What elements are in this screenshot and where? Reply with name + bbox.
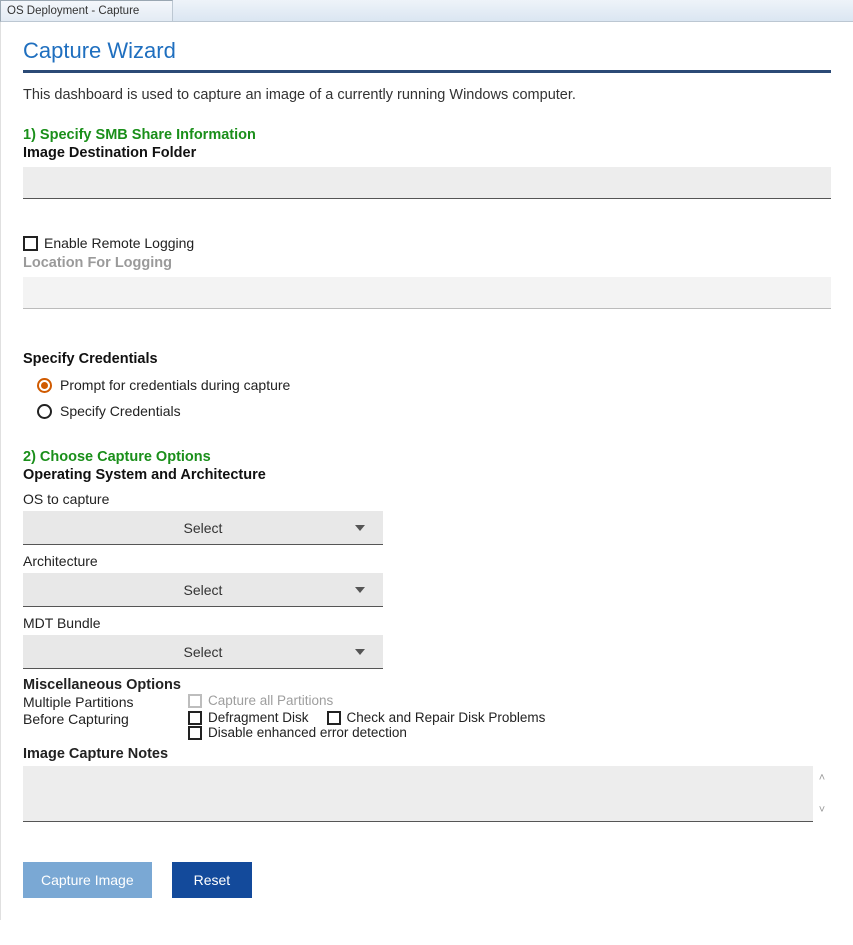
window-title-text: OS Deployment - Capture [7,5,139,17]
radio-specify[interactable] [37,404,52,419]
multiple-partitions-row: Multiple Partitions Capture all Partitio… [23,693,831,710]
radio-prompt[interactable] [37,378,52,393]
button-row: Capture Image Reset [23,862,831,898]
section2-heading: 2) Choose Capture Options [23,449,831,465]
enable-remote-logging-label: Enable Remote Logging [44,235,194,251]
capture-all-partitions-option: Capture all Partitions [188,693,333,708]
defragment-label: Defragment Disk [208,710,309,725]
arch-select[interactable]: Select [23,573,383,607]
multiple-partitions-label: Multiple Partitions [23,693,188,710]
radio-specify-label: Specify Credentials [60,403,181,419]
defragment-checkbox[interactable] [188,711,202,725]
logging-location-input [23,277,831,309]
defragment-option[interactable]: Defragment Disk [188,710,309,725]
radio-specify-row[interactable]: Specify Credentials [37,403,831,419]
enable-remote-logging-row[interactable]: Enable Remote Logging [23,235,831,251]
radio-prompt-row[interactable]: Prompt for credentials during capture [37,377,831,393]
section1-heading: 1) Specify SMB Share Information [23,127,831,143]
os-select[interactable]: Select [23,511,383,545]
chkdsk-option[interactable]: Check and Repair Disk Problems [327,710,546,725]
chevron-down-icon [355,525,365,531]
capture-image-button[interactable]: Capture Image [23,862,152,898]
disable-error-option[interactable]: Disable enhanced error detection [188,725,545,740]
reset-button[interactable]: Reset [172,862,253,898]
image-destination-input[interactable] [23,167,831,199]
arch-select-value: Select [184,582,223,598]
notes-scrollbar[interactable]: ˄ ˅ [813,766,831,822]
os-label: OS to capture [23,491,831,507]
image-destination-label: Image Destination Folder [23,145,831,161]
before-capturing-row: Before Capturing Defragment Disk Check a… [23,710,831,740]
wizard-content: Capture Wizard This dashboard is used to… [0,22,853,920]
title-divider [23,70,831,73]
misc-heading: Miscellaneous Options [23,677,831,693]
notes-textarea[interactable] [23,766,813,822]
chkdsk-label: Check and Repair Disk Problems [347,710,546,725]
os-arch-heading: Operating System and Architecture [23,467,831,483]
chkdsk-checkbox[interactable] [327,711,341,725]
scroll-down-icon[interactable]: ˅ [819,804,825,816]
capture-all-partitions-label: Capture all Partitions [208,693,333,708]
before-capturing-label: Before Capturing [23,710,188,727]
radio-prompt-label: Prompt for credentials during capture [60,377,290,393]
chevron-down-icon [355,649,365,655]
credentials-heading: Specify Credentials [23,351,831,367]
disable-error-checkbox[interactable] [188,726,202,740]
scroll-up-icon[interactable]: ˄ [819,772,825,784]
mdt-label: MDT Bundle [23,615,831,631]
enable-remote-logging-checkbox[interactable] [23,236,38,251]
page-title: Capture Wizard [23,32,831,70]
notes-label: Image Capture Notes [23,746,831,762]
chevron-down-icon [355,587,365,593]
mdt-select-value: Select [184,644,223,660]
window-titlebar: OS Deployment - Capture [0,0,853,22]
window-title-tab: OS Deployment - Capture [0,0,173,22]
arch-label: Architecture [23,553,831,569]
disable-error-label: Disable enhanced error detection [208,725,407,740]
os-select-value: Select [184,520,223,536]
logging-location-label: Location For Logging [23,255,831,271]
capture-all-partitions-checkbox [188,694,202,708]
mdt-select[interactable]: Select [23,635,383,669]
page-description: This dashboard is used to capture an ima… [23,87,831,103]
